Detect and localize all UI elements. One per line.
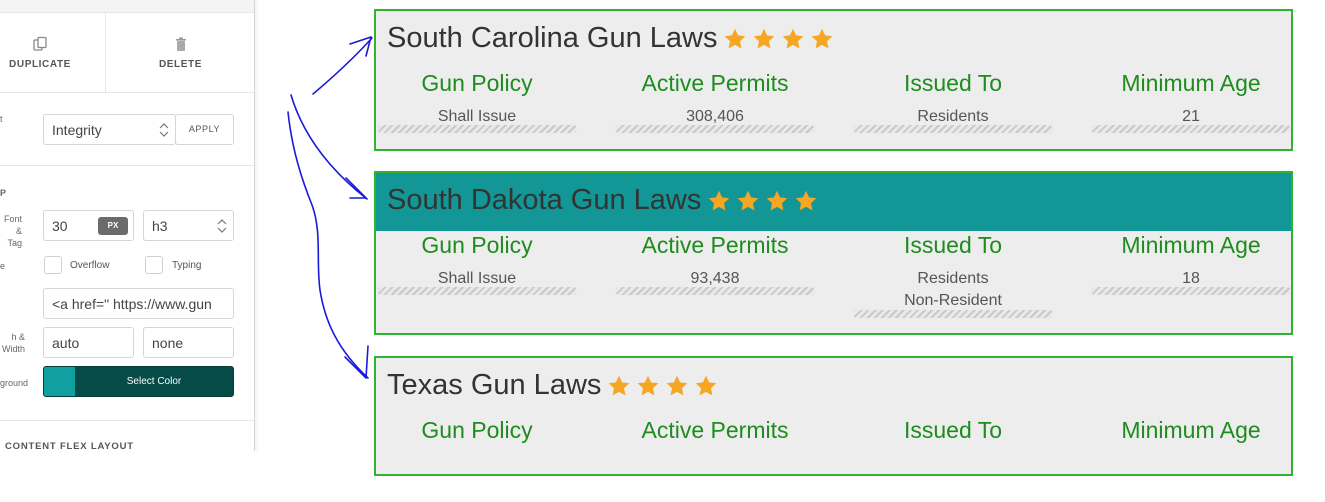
column-heading: Minimum Age [1121,70,1261,96]
divider [0,165,254,166]
column-heading: Minimum Age [1121,232,1261,258]
background-color-picker[interactable]: Select Color [43,366,234,397]
group-label: P [0,188,7,198]
card-header: South Carolina Gun Laws [376,11,1291,69]
tag-select[interactable]: h3 [143,210,234,241]
overflow-label: Overflow [70,260,110,271]
gun-law-card[interactable]: Texas Gun Laws Gun Policy Active Permits Is… [374,356,1293,476]
hatched-divider [853,310,1053,318]
delete-button[interactable]: DELETE [105,12,254,92]
card-title-text: South Dakota Gun Laws [387,184,702,216]
column-heading: Gun Policy [421,232,533,258]
preset-select[interactable]: Integrity [43,114,176,145]
star-rating [607,368,723,401]
content-flex-layout-heading[interactable]: CONTENT FLEX LAYOUT [5,441,134,451]
arrow-head [345,177,367,199]
column-heading: Gun Policy [421,417,533,443]
column-heading: Active Permits [641,232,789,258]
overflow-checkbox[interactable] [44,256,62,274]
select-arrows-icon [217,219,227,233]
font-tag-label: Font & Tag [3,214,22,248]
star-icon [794,188,818,212]
star-icon [707,188,731,212]
card-header: Texas Gun Laws [376,358,1291,416]
star-icon [665,373,689,397]
star-icon [781,26,805,50]
column-heading: Active Permits [641,417,789,443]
star-icon [607,373,631,397]
hatched-divider [377,287,577,295]
gun-law-card[interactable]: South Dakota Gun Laws Gun Policy Shall Iss… [374,171,1293,335]
card-columns: Gun Policy Shall Issue Active Permits 308,4… [376,69,1291,155]
card-title[interactable]: Texas Gun Laws [387,369,723,403]
background-label: ground [0,378,29,388]
arrow-head [344,345,369,379]
width-label: h & Width [1,332,25,354]
column-heading: Gun Policy [421,70,533,96]
hatched-divider [853,125,1053,133]
delete-label: DELETE [158,59,203,70]
element-settings-panel: DUPLICATE DELETE t Integrity APPLY P Fon… [0,0,255,451]
column-value-line: Residents [917,270,989,287]
star-icon [694,373,718,397]
typing-checkbox[interactable] [145,256,163,274]
max-width-input[interactable]: none [143,327,234,358]
color-swatch [44,367,75,396]
duplicate-icon [33,36,47,51]
arrow-to-second-card [290,94,368,200]
column-value: Residents Non-Resident [853,268,1053,312]
card-header[interactable]: South Dakota Gun Laws [376,173,1291,231]
trash-icon [175,37,186,51]
star-icon [810,26,834,50]
arrow-head [349,36,372,57]
star-icon [636,373,660,397]
column-value-line: Non-Resident [904,292,1002,309]
gun-law-card[interactable]: South Carolina Gun Laws Gun Policy Shall I… [374,9,1293,151]
preset-label: t [0,114,3,124]
style-label: e [0,261,6,271]
card-title-text: South Carolina Gun Laws [387,22,718,54]
element-actions: DUPLICATE DELETE [0,12,254,93]
card-title[interactable]: South Dakota Gun Laws [387,184,823,218]
link-input[interactable]: <a href=" https://www.gun [43,288,234,319]
arrow-to-third-card [287,111,369,379]
width-input[interactable]: auto [43,327,134,358]
select-arrows-icon [159,123,169,137]
card-columns: Gun Policy Shall Issue Active Permits 93,43… [376,231,1291,318]
column-heading: Minimum Age [1121,417,1261,443]
hatched-divider [615,125,815,133]
hatched-divider [1091,125,1291,133]
star-rating [723,21,839,54]
select-color-label: Select Color [126,376,182,387]
column-heading: Issued To [903,232,1003,258]
star-icon [736,188,760,212]
column-heading: Issued To [903,70,1003,96]
card-title[interactable]: South Carolina Gun Laws [387,22,839,56]
column-heading: Active Permits [641,70,789,96]
duplicate-button[interactable]: DUPLICATE [0,12,105,92]
hatched-divider [377,125,577,133]
star-icon [723,26,747,50]
star-icon [765,188,789,212]
divider [0,420,254,421]
panel-shadow [254,0,260,451]
duplicate-label: DUPLICATE [9,59,71,70]
hatched-divider [615,287,815,295]
apply-button[interactable]: APPLY [175,114,234,145]
hatched-divider [1091,287,1291,295]
star-icon [752,26,776,50]
card-title-text: Texas Gun Laws [387,369,602,401]
typing-label: Typing [172,260,202,271]
font-unit-badge[interactable]: PX [98,217,128,235]
star-rating [707,183,823,216]
column-heading: Issued To [903,417,1003,443]
card-columns: Gun Policy Active Permits Issued To Minimum… [376,416,1291,502]
